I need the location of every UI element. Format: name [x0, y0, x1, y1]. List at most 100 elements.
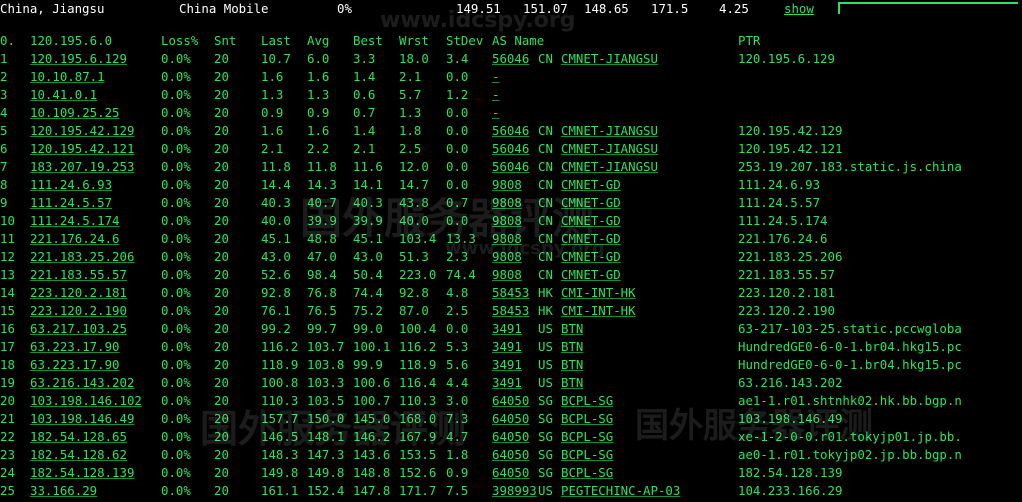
hop-stdev: 13.3	[446, 231, 476, 246]
hop-sent: 20	[214, 213, 229, 228]
hop-last: 40.3	[261, 195, 291, 210]
hop-sent: 20	[214, 411, 229, 426]
hop-ptr: 120.195.42.129	[738, 123, 843, 138]
location-label: China, Jiangsu	[0, 1, 105, 16]
hop-sent: 20	[214, 339, 229, 354]
hop-stdev: 2.3	[446, 249, 469, 264]
table-row: 2 10.10.87.1 0.0% 20 1.6 1.6 1.4 2.1 0.0 -	[0, 69, 1022, 87]
hop-number: 19	[0, 375, 15, 390]
loss-value: 0%	[337, 1, 352, 16]
stat-value-2: 151.07	[523, 1, 568, 16]
hop-ptr: ae1-1.r01.shtnhk02.hk.bb.bgp.n	[738, 393, 962, 408]
hop-avg: 39.9	[307, 213, 337, 228]
hop-stdev: 0.0	[446, 105, 469, 120]
hop-country: CN	[538, 267, 553, 282]
hop-worst: 51.3	[399, 249, 429, 264]
hop-stdev: 4.7	[446, 429, 469, 444]
hop-last: 157.7	[261, 411, 299, 426]
table-row: 8 111.24.6.93 0.0% 20 14.4 14.3 14.1 14.7 0.0 980…	[0, 177, 1022, 195]
header-loss: Loss%	[161, 33, 199, 48]
hop-loss: 0.0%	[161, 429, 191, 444]
hop-last: 99.2	[261, 321, 291, 336]
hop-loss: 0.0%	[161, 393, 191, 408]
hop-loss: 0.0%	[161, 249, 191, 264]
hop-loss: 0.0%	[161, 195, 191, 210]
hop-last: 14.4	[261, 177, 291, 192]
hop-best: 99.0	[353, 321, 383, 336]
hop-stdev: 3.4	[446, 51, 469, 66]
table-row: 20 103.198.146.102 0.0% 20 110.3 103.5 100.7 11…	[0, 393, 1022, 411]
hop-stdev: 1.2	[446, 87, 469, 102]
hop-avg: 148.1	[307, 429, 345, 444]
hop-country: SG	[538, 393, 553, 408]
hop-worst: 167.9	[399, 429, 437, 444]
hop-host: 111.24.6.93	[30, 177, 113, 192]
hop-avg: 1.6	[307, 69, 330, 84]
hop-number: 8	[0, 177, 8, 192]
hop-last: 43.0	[261, 249, 291, 264]
hop-country: CN	[538, 159, 553, 174]
hop-country: US	[538, 357, 553, 372]
hop-loss: 0.0%	[161, 303, 191, 318]
hop-worst: 1.8	[399, 123, 422, 138]
hop-worst: 223.0	[399, 267, 437, 282]
table-row: 11 221.176.24.6 0.0% 20 45.1 48.8 45.1 103.4 13.…	[0, 231, 1022, 249]
hop-avg: 6.0	[307, 51, 330, 66]
hop-avg: 147.3	[307, 447, 345, 462]
hop-country: US	[538, 339, 553, 354]
hop-stdev: 0.0	[446, 69, 469, 84]
hop-host: 221.183.55.57	[30, 267, 127, 282]
hop-ptr: xe-1-2-0-0.r01.tokyjp01.jp.bb.	[738, 429, 962, 444]
hop-asn: 3491	[492, 339, 522, 354]
hop-best: 45.1	[353, 231, 383, 246]
hop-sent: 20	[214, 321, 229, 336]
hop-worst: 100.4	[399, 321, 437, 336]
hop-host: 111.24.5.174	[30, 213, 120, 228]
hop-as-name: CMI-INT-HK	[561, 285, 636, 300]
hop-as-name: CMNET-GD	[561, 177, 621, 192]
table-row: 13 221.183.55.57 0.0% 20 52.6 98.4 50.4 223.0 74…	[0, 267, 1022, 285]
hop-number: 1	[0, 51, 8, 66]
hop-sent: 20	[214, 483, 229, 498]
hop-avg: 48.8	[307, 231, 337, 246]
hop-country: CN	[538, 177, 553, 192]
hop-host: 221.176.24.6	[30, 231, 120, 246]
hop-loss: 0.0%	[161, 339, 191, 354]
hop-number: 10	[0, 213, 15, 228]
hop-last: 11.8	[261, 159, 291, 174]
hop-number: 15	[0, 303, 15, 318]
hop-best: 74.4	[353, 285, 383, 300]
hop-worst: 5.7	[399, 87, 422, 102]
hop-avg: 150.0	[307, 411, 345, 426]
hop-ptr: 182.54.128.139	[738, 465, 843, 480]
hop-loss: 0.0%	[161, 375, 191, 390]
hop-host: 111.24.5.57	[30, 195, 113, 210]
hop-loss: 0.0%	[161, 447, 191, 462]
latency-graph-stub	[838, 2, 1018, 14]
hop-best: 100.7	[353, 393, 391, 408]
hop-stdev: 0.0	[446, 213, 469, 228]
hop-country: SG	[538, 411, 553, 426]
hop-as-name: BTN	[561, 357, 584, 372]
hop-country: CN	[538, 51, 553, 66]
hop-country: SG	[538, 465, 553, 480]
hop-number: 16	[0, 321, 15, 336]
hop-loss: 0.0%	[161, 51, 191, 66]
hop-as-name: BTN	[561, 321, 584, 336]
hop-host: 63.223.17.90	[30, 339, 120, 354]
hop-host: 120.195.42.121	[30, 141, 135, 156]
hop-best: 148.8	[353, 465, 391, 480]
hop-avg: 2.2	[307, 141, 330, 156]
hop-best: 99.9	[353, 357, 383, 372]
hop-loss: 0.0%	[161, 321, 191, 336]
hop-sent: 20	[214, 375, 229, 390]
hop-loss: 0.0%	[161, 267, 191, 282]
hop-best: 39.9	[353, 213, 383, 228]
show-link[interactable]: show	[784, 1, 814, 16]
hop-loss: 0.0%	[161, 483, 191, 498]
hop-stdev: 0.0	[446, 321, 469, 336]
hop-sent: 20	[214, 465, 229, 480]
hop-asn: 56046	[492, 159, 530, 174]
hop-ptr: HundredGE0-6-0-1.br04.hkg15.pc	[738, 339, 962, 354]
table-row: 12 221.183.25.206 0.0% 20 43.0 47.0 43.0 51.3 2.…	[0, 249, 1022, 267]
